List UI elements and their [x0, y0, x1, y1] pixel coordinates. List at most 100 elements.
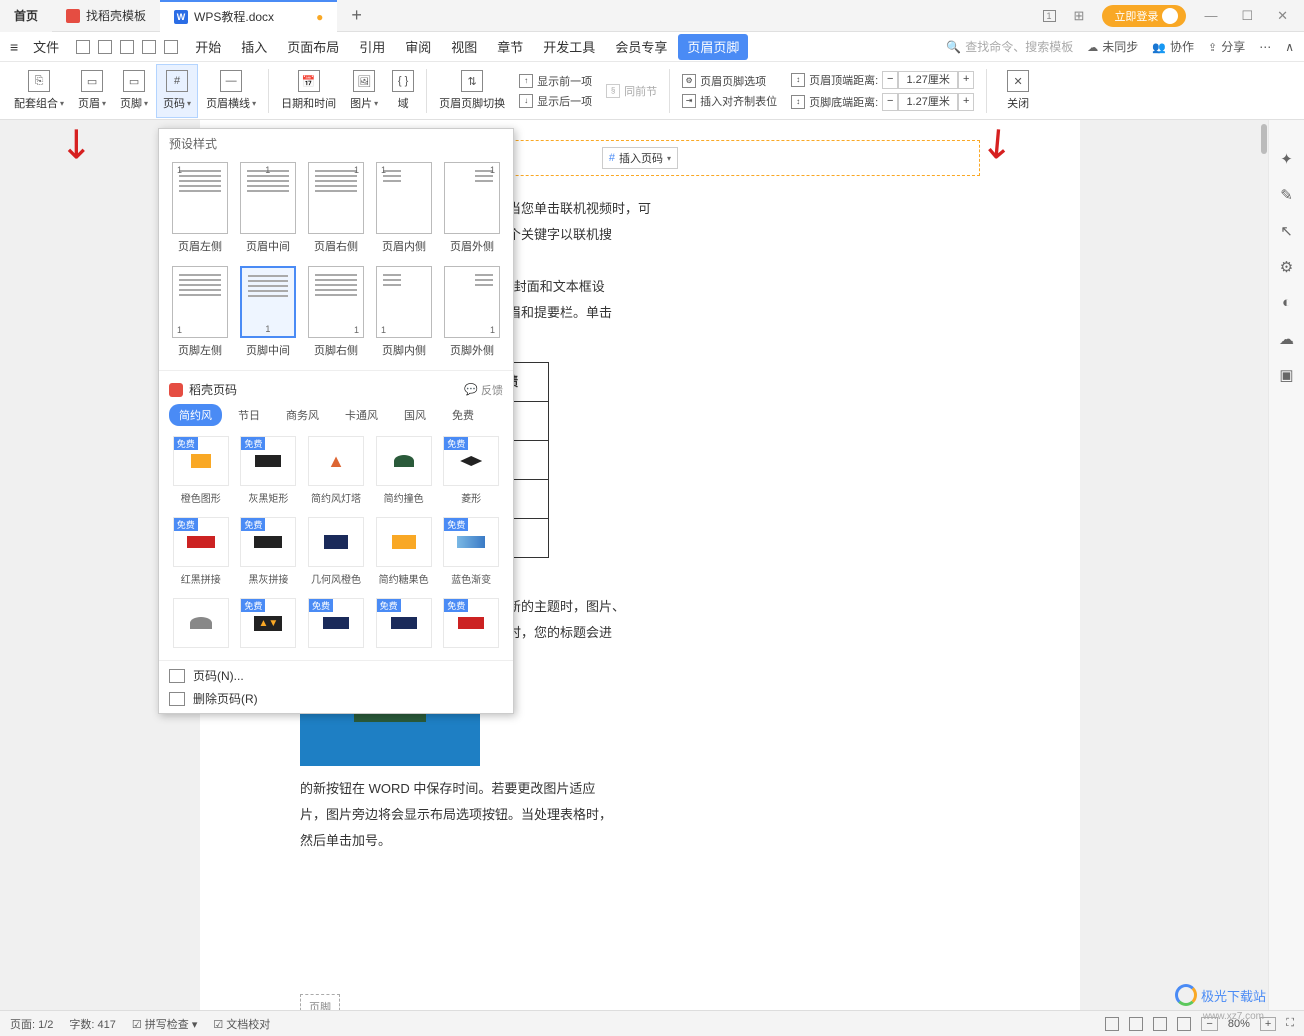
tpl-item[interactable]: 免费: [439, 598, 503, 652]
tpl-item[interactable]: 免费红黑拼接: [169, 517, 233, 586]
tpl-tab-cartoon[interactable]: 卡通风: [335, 404, 388, 426]
preset-footer-left[interactable]: 1页脚左侧: [169, 266, 231, 358]
tpl-tab-free[interactable]: 免费: [442, 404, 484, 426]
tpl-tab-simple[interactable]: 简约风: [169, 404, 222, 426]
datetime-button[interactable]: 📅日期和时间: [275, 64, 342, 118]
menu-dev[interactable]: 开发工具: [534, 34, 604, 60]
menu-chapter[interactable]: 章节: [488, 34, 532, 60]
close-hf-button[interactable]: ✕关闭: [1001, 64, 1035, 118]
menu-start[interactable]: 开始: [186, 34, 230, 60]
close-window-button[interactable]: ✕: [1271, 8, 1294, 24]
tpl-item[interactable]: 免费▲▼: [237, 598, 301, 652]
login-button[interactable]: 立即登录: [1102, 5, 1186, 27]
insert-pagenum-chip[interactable]: # 插入页码▾: [602, 147, 678, 169]
save-icon[interactable]: [76, 40, 90, 54]
tpl-item[interactable]: 免费灰黑矩形: [237, 436, 301, 505]
proofread[interactable]: ☑ 文档校对: [213, 1016, 270, 1032]
pagenum-dialog-button[interactable]: 页码(N)...: [169, 667, 503, 684]
undo-icon[interactable]: [142, 40, 156, 54]
preset-header-center[interactable]: 1页眉中间: [237, 162, 299, 254]
select-icon[interactable]: ↖: [1278, 222, 1296, 240]
tpl-item[interactable]: ▲简约风灯塔: [304, 436, 368, 505]
cloud-icon[interactable]: ☁: [1278, 330, 1296, 348]
shape-icon[interactable]: ◐: [1278, 294, 1296, 312]
tpl-item[interactable]: 简约糖果色: [372, 517, 436, 586]
hf-options-button[interactable]: ⚙页眉页脚选项: [682, 73, 777, 89]
same-section-button[interactable]: §同前节: [606, 83, 657, 99]
tpl-tab-holiday[interactable]: 节日: [228, 404, 270, 426]
field-button[interactable]: { }域: [386, 64, 420, 118]
view-outline-icon[interactable]: [1129, 1017, 1143, 1031]
increase-button[interactable]: +: [958, 71, 974, 89]
decrease-button[interactable]: −: [882, 93, 898, 111]
tpl-item[interactable]: 几何风橙色: [304, 517, 368, 586]
bot-distance-value[interactable]: 1.27厘米: [898, 93, 958, 111]
header-line-button[interactable]: —页眉横线▾: [200, 64, 262, 118]
maximize-button[interactable]: ☐: [1235, 8, 1259, 24]
preset-header-left[interactable]: 1页眉左侧: [169, 162, 231, 254]
top-distance-value[interactable]: 1.27厘米: [898, 71, 958, 89]
panel-icon[interactable]: ▣: [1278, 366, 1296, 384]
menu-review[interactable]: 审阅: [396, 34, 440, 60]
header-button[interactable]: ▭页眉▾: [72, 64, 112, 118]
menu-view[interactable]: 视图: [442, 34, 486, 60]
minimize-button[interactable]: —: [1198, 8, 1223, 23]
vertical-scrollbar[interactable]: [1260, 120, 1268, 1010]
view-page-icon[interactable]: [1105, 1017, 1119, 1031]
command-search[interactable]: 🔍查找命令、搜索模板: [946, 38, 1073, 55]
feedback-button[interactable]: 💬反馈: [464, 382, 503, 398]
spell-check[interactable]: ☑ 拼写检查 ▾: [132, 1016, 198, 1032]
tpl-tab-national[interactable]: 国风: [394, 404, 436, 426]
tpl-item[interactable]: 免费: [304, 598, 368, 652]
picture-button[interactable]: 🖼图片▾: [344, 64, 384, 118]
layout-icon[interactable]: 1: [1043, 10, 1056, 22]
menu-layout[interactable]: 页面布局: [278, 34, 348, 60]
share-button[interactable]: ⇪分享: [1208, 38, 1245, 55]
tpl-item[interactable]: 免费: [372, 598, 436, 652]
tpl-item[interactable]: [169, 598, 233, 652]
tpl-item[interactable]: 简约撞色: [372, 436, 436, 505]
menu-vip[interactable]: 会员专享: [606, 34, 676, 60]
preset-footer-right[interactable]: 1页脚右侧: [305, 266, 367, 358]
menu-more[interactable]: ⋯: [1259, 40, 1271, 54]
hamburger-icon[interactable]: ≡: [10, 39, 18, 55]
fullscreen-icon[interactable]: ⛶: [1286, 1017, 1294, 1030]
bot-distance-spinner[interactable]: − 1.27厘米 +: [882, 93, 974, 111]
tpl-item[interactable]: 免费橙色图形: [169, 436, 233, 505]
page-indicator[interactable]: 页面: 1/2: [10, 1016, 53, 1032]
print-icon[interactable]: [98, 40, 112, 54]
tab-templates[interactable]: 找稻壳模板: [52, 0, 160, 32]
pagenum-button[interactable]: #页码▾: [156, 64, 198, 118]
menu-insert[interactable]: 插入: [232, 34, 276, 60]
view-read-icon[interactable]: [1177, 1017, 1191, 1031]
collapse-ribbon[interactable]: ∧: [1285, 40, 1294, 54]
view-web-icon[interactable]: [1153, 1017, 1167, 1031]
preset-footer-outside[interactable]: 1页脚外侧: [441, 266, 503, 358]
apps-icon[interactable]: ⊞: [1068, 8, 1091, 24]
sync-status[interactable]: ☁未同步: [1087, 38, 1138, 55]
tab-home[interactable]: 首页: [0, 0, 52, 32]
increase-button[interactable]: +: [958, 93, 974, 111]
file-menu[interactable]: 文件: [24, 34, 68, 60]
switch-button[interactable]: ⇅页眉页脚切换: [433, 64, 511, 118]
top-distance-spinner[interactable]: − 1.27厘米 +: [882, 71, 974, 89]
tpl-tab-business[interactable]: 商务风: [276, 404, 329, 426]
decrease-button[interactable]: −: [882, 71, 898, 89]
tpl-item[interactable]: 免费蓝色渐变: [439, 517, 503, 586]
settings-icon[interactable]: ⚙: [1278, 258, 1296, 276]
insert-align-button[interactable]: ⇥插入对齐制表位: [682, 93, 777, 109]
tpl-item[interactable]: 免费菱形: [439, 436, 503, 505]
footer-button[interactable]: ▭页脚▾: [114, 64, 154, 118]
delete-pagenum-button[interactable]: 删除页码(R): [169, 690, 503, 707]
tab-document[interactable]: W WPS教程.docx ●: [160, 0, 337, 32]
tpl-item[interactable]: 免费黑灰拼接: [237, 517, 301, 586]
preview-icon[interactable]: [120, 40, 134, 54]
redo-icon[interactable]: [164, 40, 178, 54]
preset-footer-inside[interactable]: 1页脚内侧: [373, 266, 435, 358]
show-prev-button[interactable]: ↑显示前一项: [519, 73, 592, 89]
coop-button[interactable]: 👥协作: [1152, 38, 1194, 55]
word-count[interactable]: 字数: 417: [69, 1016, 115, 1032]
show-next-button[interactable]: ↓显示后一项: [519, 93, 592, 109]
pen-icon[interactable]: ✎: [1278, 186, 1296, 204]
ai-icon[interactable]: ✦: [1278, 150, 1296, 168]
